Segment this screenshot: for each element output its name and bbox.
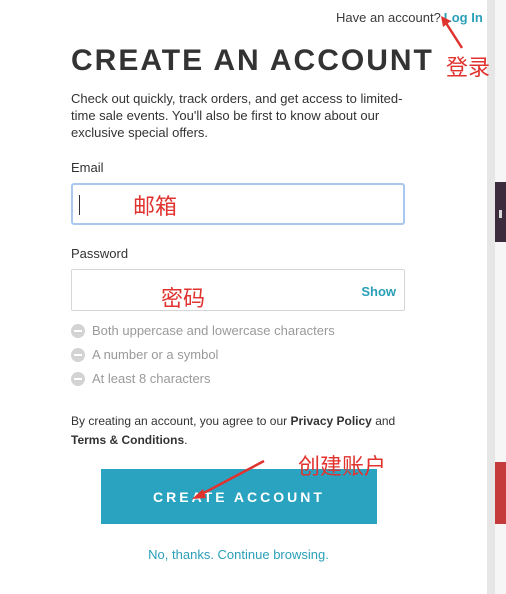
annotation-password: 密码 — [161, 287, 206, 312]
background-page-strip — [495, 0, 506, 594]
background-tile — [495, 462, 506, 524]
terms-prefix: By creating an account, you agree to our — [71, 414, 291, 428]
password-rule: Both uppercase and lowercase characters — [71, 322, 335, 346]
background-tile — [495, 182, 506, 242]
continue-browsing-link[interactable]: No, thanks. Continue browsing. — [0, 547, 477, 562]
terms-conditions-link[interactable]: Terms & Conditions — [71, 433, 184, 447]
password-rule-text: Both uppercase and lowercase characters — [92, 323, 335, 338]
terms-text: By creating an account, you agree to our… — [71, 412, 411, 450]
annotation-login: 登录 — [446, 56, 491, 81]
page-title: CREATE AN ACCOUNT — [71, 44, 434, 77]
text-cursor — [79, 195, 80, 215]
email-label: Email — [71, 160, 104, 175]
annotation-create-account: 创建账户 — [298, 455, 387, 480]
password-rule-text: A number or a symbol — [92, 347, 219, 362]
minus-circle-icon — [71, 372, 85, 386]
have-account-prompt: Have an account? Log In — [336, 10, 483, 25]
minus-circle-icon — [71, 348, 85, 362]
create-account-modal: Have an account? Log In CREATE AN ACCOUNT… — [0, 0, 487, 594]
terms-and: and — [371, 414, 396, 428]
have-account-text: Have an account? — [336, 10, 441, 25]
annotation-email: 邮箱 — [133, 195, 178, 220]
password-rule-text: At least 8 characters — [92, 371, 211, 386]
privacy-policy-link[interactable]: Privacy Policy — [290, 414, 371, 428]
password-requirements: Both uppercase and lowercase characters … — [71, 322, 335, 394]
password-rule: At least 8 characters — [71, 370, 335, 394]
intro-text: Check out quickly, track orders, and get… — [71, 91, 403, 140]
password-rule: A number or a symbol — [71, 346, 335, 370]
terms-suffix: . — [184, 433, 188, 447]
minus-circle-icon — [71, 324, 85, 338]
login-link[interactable]: Log In — [444, 10, 483, 25]
password-field[interactable]: Show — [71, 269, 405, 311]
email-field[interactable] — [71, 183, 405, 225]
show-password-toggle[interactable]: Show — [361, 284, 396, 299]
scrollbar[interactable] — [487, 0, 495, 594]
password-label: Password — [71, 246, 129, 261]
